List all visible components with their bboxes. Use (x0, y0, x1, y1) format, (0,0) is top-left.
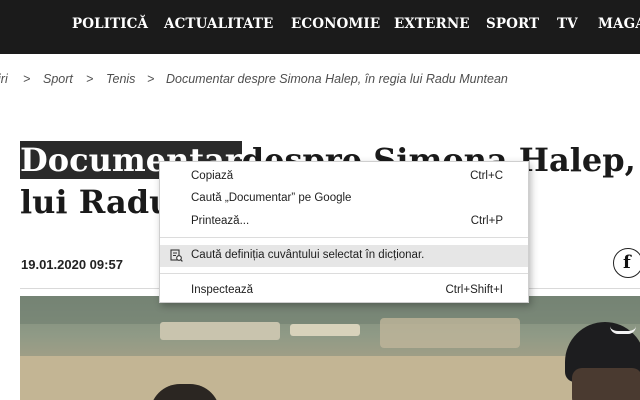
menu-item-shortcut: Ctrl+P (470, 215, 503, 227)
menu-item-label: Printează... (191, 215, 250, 227)
context-menu: Copiază Ctrl+C Caută „Documentar” pe Goo… (159, 161, 529, 303)
top-navigation-bar: POLITICĂ ACTUALITATE ECONOMIE EXTERNE SP… (0, 0, 640, 54)
menu-item-label: Caută „Documentar” pe Google (191, 192, 352, 204)
nav-item-magazin[interactable]: MAGA (598, 16, 640, 32)
photo-person-face (572, 368, 640, 400)
nav-item-sport[interactable]: SPORT (486, 16, 539, 32)
nav-item-politica[interactable]: POLITICĂ (72, 16, 148, 32)
publish-date: 19.01.2020 09:57 (21, 257, 123, 272)
photo-shape (160, 322, 280, 340)
nav-item-externe[interactable]: EXTERNE (394, 16, 470, 32)
dictionary-icon (170, 249, 183, 262)
menu-item-copy[interactable]: Copiază Ctrl+C (160, 166, 528, 188)
menu-item-shortcut: Ctrl+C (470, 170, 503, 182)
menu-item-dictionary-lookup[interactable]: Caută definiția cuvântului selectat în d… (160, 245, 528, 267)
breadcrumb-item-sport[interactable]: Sport (43, 72, 73, 86)
breadcrumb-item-current: Documentar despre Simona Halep, în regia… (166, 72, 508, 86)
menu-item-label: Caută definiția cuvântului selectat în d… (191, 249, 425, 261)
article-photo (20, 296, 640, 400)
photo-shape (380, 318, 520, 348)
menu-item-inspect[interactable]: Inspectează Ctrl+Shift+I (160, 280, 528, 302)
menu-item-label: Inspectează (191, 284, 254, 296)
breadcrumb: iri > Sport > Tenis > Documentar despre … (0, 72, 640, 90)
breadcrumb-separator: > (23, 72, 31, 86)
menu-separator (160, 237, 528, 238)
nav-item-economie[interactable]: ECONOMIE (291, 16, 380, 32)
photo-ground (20, 356, 640, 400)
menu-separator (160, 273, 528, 274)
menu-item-label: Copiază (191, 170, 234, 182)
photo-shape (290, 324, 360, 336)
menu-item-shortcut: Ctrl+Shift+I (445, 284, 503, 296)
menu-item-search-google[interactable]: Caută „Documentar” pe Google (160, 188, 528, 210)
swoosh-logo-icon (610, 326, 636, 334)
menu-item-print[interactable]: Printează... Ctrl+P (160, 211, 528, 233)
facebook-share-button[interactable]: f (613, 248, 640, 278)
facebook-icon: f (623, 252, 631, 273)
breadcrumb-item-tenis[interactable]: Tenis (106, 72, 135, 86)
breadcrumb-item-stiri[interactable]: iri (0, 72, 8, 86)
breadcrumb-separator: > (86, 72, 94, 86)
breadcrumb-separator: > (147, 72, 155, 86)
nav-item-actualitate[interactable]: ACTUALITATE (164, 16, 273, 32)
nav-item-tv[interactable]: TV (557, 16, 578, 32)
